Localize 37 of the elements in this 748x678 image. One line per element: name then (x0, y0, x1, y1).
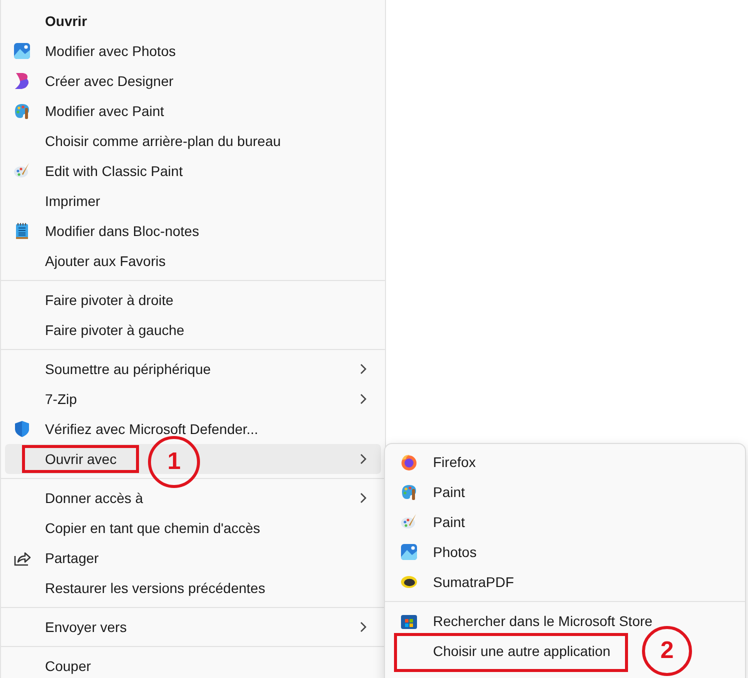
menu-item[interactable]: Choisir comme arrière-plan du bureau (5, 126, 381, 156)
menu-item[interactable]: Modifier avec Photos (5, 36, 381, 66)
menu-item[interactable]: Envoyer vers (5, 612, 381, 642)
menu-item[interactable]: SumatraPDF (389, 567, 741, 597)
store-icon (400, 612, 418, 630)
step-number: 2 (642, 626, 692, 676)
menu-item[interactable]: Imprimer (5, 186, 381, 216)
menu-item[interactable]: Paint (389, 507, 741, 537)
menu-item[interactable]: Soumettre au périphérique (5, 354, 381, 384)
notepad-icon (13, 222, 31, 240)
menu-item[interactable]: Modifier avec Paint (5, 96, 381, 126)
menu-item[interactable]: Restaurer les versions précédentes (5, 573, 381, 603)
menu-item[interactable]: Firefox (389, 447, 741, 477)
menu-item[interactable]: Créer avec Designer (5, 66, 381, 96)
menu-item[interactable]: Photos (389, 537, 741, 567)
menu-item[interactable]: Couper (5, 651, 381, 678)
shield-icon (13, 420, 31, 438)
globe-icon (400, 453, 418, 471)
menu-item[interactable]: Faire pivoter à gauche (5, 315, 381, 345)
photos-icon (400, 543, 418, 561)
menu-item[interactable]: Faire pivoter à droite (5, 285, 381, 315)
menu-item[interactable]: Edit with Classic Paint (5, 156, 381, 186)
menu-item[interactable]: Choisir une autre application (389, 636, 635, 666)
palette-icon (13, 102, 31, 120)
palette-icon (400, 513, 418, 531)
photos-icon (13, 42, 31, 60)
palette-icon (13, 162, 31, 180)
menu-item[interactable]: 7-Zip (5, 384, 381, 414)
pdf-badge-icon (400, 573, 418, 591)
menu-item[interactable]: Modifier dans Bloc-notes (5, 216, 381, 246)
menu-item[interactable]: Paint (389, 477, 741, 507)
menu-item[interactable]: Ouvrir (5, 6, 381, 36)
menu-item[interactable]: Ajouter aux Favoris (5, 246, 381, 276)
ribbon-icon (13, 72, 31, 90)
menu-item[interactable]: Copier en tant que chemin d'accès (5, 513, 381, 543)
palette-icon (400, 483, 418, 501)
menu-item[interactable]: Partager (5, 543, 381, 573)
